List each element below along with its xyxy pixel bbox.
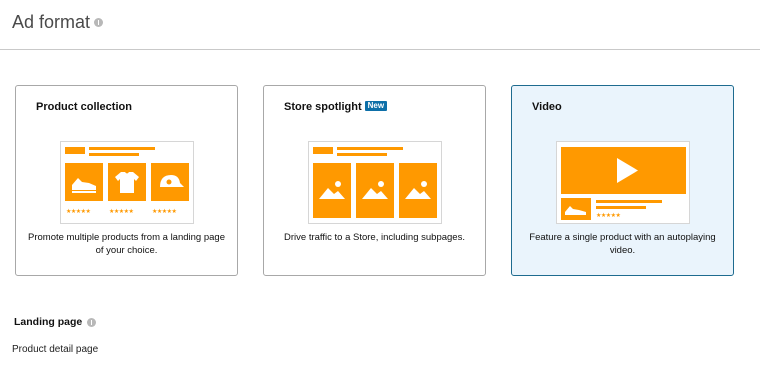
card-description: Promote multiple products from a landing… [28,232,225,256]
headline-bar [596,206,646,209]
image-icon [405,181,431,199]
headline-bar [89,147,155,150]
new-badge: New [364,101,388,111]
shoe-icon [565,206,586,215]
page-title: Ad format [12,12,104,33]
headline-bar [337,147,403,150]
page-tile [399,163,437,218]
store-spotlight-thumbnail [308,141,442,224]
video-thumbnail: ★★★★★ [556,141,690,224]
product-tile [561,198,591,220]
star-rating-icon: ★★★★★ [152,209,177,215]
card-title: Product collection [36,101,132,113]
landing-page-label-wrap: Landing page [14,316,97,328]
ad-format-video-card[interactable]: Video ★★★★★ Feature a single product wit… [511,85,734,276]
star-rating-icon: ★★★★★ [109,209,134,215]
landing-page-label: Landing page [14,316,83,328]
play-icon [617,158,638,183]
logo-block [313,147,333,154]
card-title-wrap: Store spotlight New [284,101,388,113]
card-title: Store spotlight [284,101,362,113]
star-rating-icon: ★★★★★ [596,213,621,219]
product-tile [151,163,189,201]
card-description: Feature a single product with an autopla… [529,232,716,256]
landing-page-value: Product detail page [12,344,99,355]
info-icon[interactable] [94,17,104,27]
image-icon [362,181,388,199]
ad-format-store-spotlight-card[interactable]: Store spotlight New Drive traffic to a St… [263,85,486,276]
headline-bar [337,153,387,156]
page-header: Ad format [0,0,760,50]
page-tile [356,163,394,218]
shoe-icon [72,178,96,193]
image-icon [319,181,345,199]
cap-icon [160,175,184,187]
headline-bar [89,153,139,156]
product-collection-thumbnail: ★★★★★ ★★★★★ ★★★★★ [60,141,194,224]
tshirt-icon [115,172,139,193]
headline-bar [596,200,662,203]
page-title-text: Ad format [12,12,91,32]
ad-format-product-collection-card[interactable]: Product collection ★★★★★ ★★★★★ ★★★★★ Pro… [15,85,238,276]
page-tile [313,163,351,218]
info-icon[interactable] [87,317,97,327]
logo-block [65,147,85,154]
video-player [561,147,686,194]
card-description: Drive traffic to a Store, including subp… [284,232,465,243]
star-rating-icon: ★★★★★ [66,209,91,215]
product-tile [65,163,103,201]
card-title: Video [532,101,562,113]
product-tile [108,163,146,201]
